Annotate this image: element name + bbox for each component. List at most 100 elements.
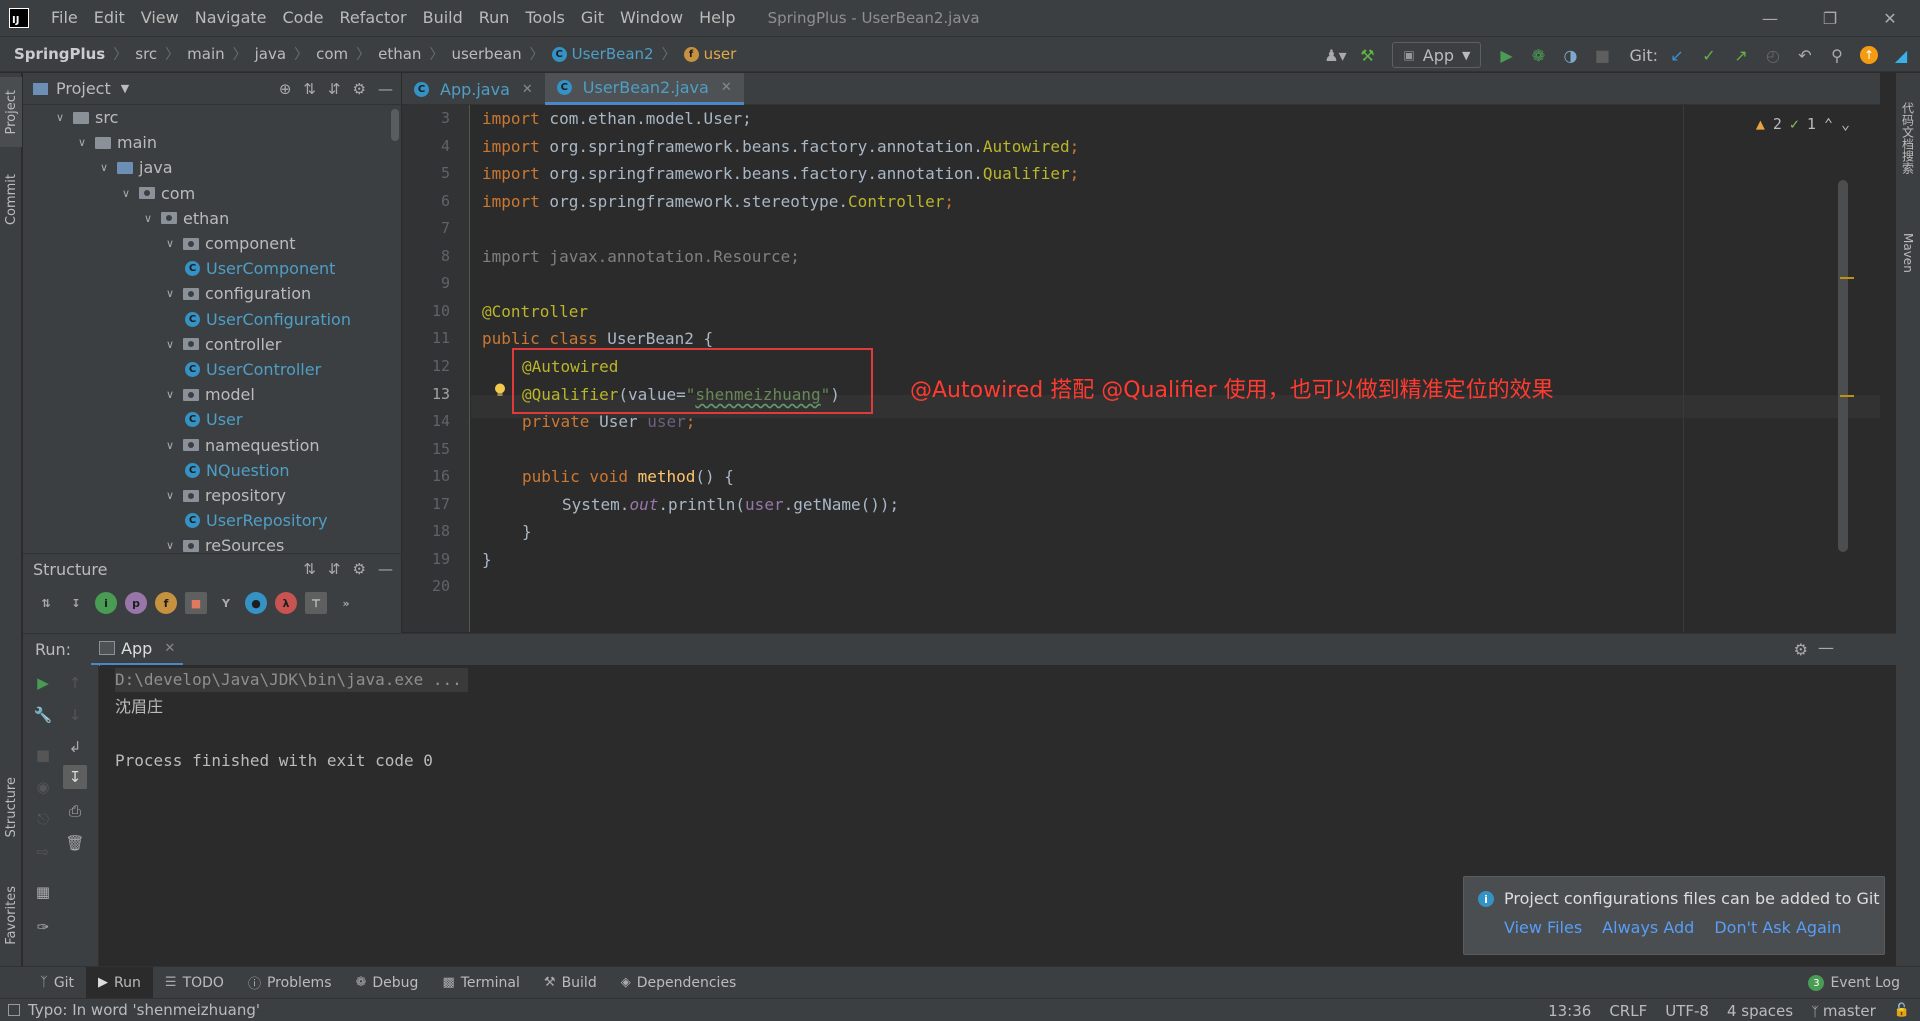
error-stripe-marker[interactable] bbox=[1840, 395, 1854, 397]
chevron-down-icon[interactable]: ∨ bbox=[119, 187, 133, 200]
wrench-icon[interactable]: 🔧 bbox=[31, 703, 55, 727]
line-number[interactable]: 12 bbox=[402, 357, 450, 375]
line-number[interactable]: 20 bbox=[402, 577, 450, 595]
line-number[interactable]: 5 bbox=[402, 164, 450, 182]
run-tool-button[interactable]: ▶ Run bbox=[86, 966, 153, 999]
chevron-up-icon[interactable]: ⌃ bbox=[1824, 115, 1833, 133]
properties-icon[interactable]: p bbox=[125, 592, 147, 614]
exit-icon[interactable]: ⎋ bbox=[31, 807, 55, 831]
caret-position[interactable]: 13:36 bbox=[1548, 1002, 1591, 1020]
layout-icon[interactable]: ▦ bbox=[31, 880, 55, 904]
breadcrumb-project[interactable]: SpringPlus bbox=[14, 45, 105, 63]
trash-icon[interactable]: 🗑 bbox=[63, 831, 87, 855]
line-number[interactable]: 3 bbox=[402, 109, 450, 127]
panel-toggle-icon[interactable] bbox=[8, 1004, 20, 1016]
code-doc-search-tab[interactable]: 代码文档搜索 bbox=[1896, 83, 1920, 193]
scroll-to-end-icon[interactable]: ↧ bbox=[63, 765, 87, 789]
close-icon[interactable]: ✕ bbox=[522, 82, 533, 97]
line-number[interactable]: 4 bbox=[402, 137, 450, 155]
menu-help[interactable]: Help bbox=[691, 0, 743, 36]
tree-item[interactable]: C UserController bbox=[185, 357, 321, 382]
run-tab-app[interactable]: App ✕ bbox=[91, 634, 184, 666]
chevron-down-icon[interactable]: ∨ bbox=[163, 489, 177, 502]
chevron-down-icon[interactable]: ∨ bbox=[163, 237, 177, 250]
gear-icon[interactable]: ⚙ bbox=[1794, 640, 1808, 659]
debug-icon[interactable]: ❁ bbox=[1525, 42, 1551, 68]
build-tool-button[interactable]: ⚒ Build bbox=[532, 967, 609, 999]
lock-icon[interactable]: ■ bbox=[185, 592, 207, 614]
line-number[interactable]: 10 bbox=[402, 302, 450, 320]
anonymous-icon[interactable]: Y bbox=[215, 592, 237, 614]
breadcrumb-userbean[interactable]: userbean bbox=[451, 45, 521, 63]
tree-item[interactable]: ∨ model bbox=[163, 382, 255, 407]
error-stripe-marker[interactable] bbox=[1840, 277, 1854, 279]
lambda-circle-icon[interactable]: ● bbox=[245, 592, 267, 614]
always-add-link[interactable]: Always Add bbox=[1602, 918, 1694, 937]
chevron-down-icon[interactable]: ∨ bbox=[163, 338, 177, 351]
git-update-icon[interactable]: ↙ bbox=[1664, 42, 1690, 68]
login-icon[interactable]: ⇨ bbox=[31, 840, 55, 864]
menu-window[interactable]: Window bbox=[612, 0, 691, 36]
line-number[interactable]: 9 bbox=[402, 274, 450, 292]
breadcrumb-ethan[interactable]: ethan bbox=[378, 45, 421, 63]
git-commit-icon[interactable]: ✓ bbox=[1696, 42, 1722, 68]
file-encoding[interactable]: UTF-8 bbox=[1665, 1002, 1709, 1020]
collapse-all-icon[interactable]: ⇵ bbox=[328, 560, 341, 578]
chevron-down-icon[interactable]: ∨ bbox=[97, 161, 111, 174]
breadcrumb-java[interactable]: java bbox=[255, 45, 286, 63]
user-icon[interactable]: ♟▾ bbox=[1322, 42, 1348, 68]
project-panel-title[interactable]: Project bbox=[56, 79, 111, 98]
structure-tool-tab[interactable]: Structure bbox=[0, 767, 22, 847]
dont-ask-again-link[interactable]: Don't Ask Again bbox=[1714, 918, 1841, 937]
build-hammer-icon[interactable]: ⚒ bbox=[1354, 42, 1380, 68]
inspection-widget[interactable]: ▲ 2 ✓ 1 ⌃ ⌄ bbox=[1756, 115, 1850, 133]
menu-tools[interactable]: Tools bbox=[517, 0, 572, 36]
tree-item[interactable]: ∨ configuration bbox=[163, 281, 311, 306]
tree-item[interactable]: ∨ main bbox=[75, 130, 157, 155]
plugin-icon[interactable]: ◢ bbox=[1888, 42, 1914, 68]
breadcrumb-src[interactable]: src bbox=[135, 45, 157, 63]
chevron-down-icon[interactable]: ▼ bbox=[121, 82, 129, 95]
tree-item[interactable]: ∨ controller bbox=[163, 332, 281, 357]
tree-item[interactable]: ∨ reSources bbox=[163, 533, 284, 553]
gear-icon[interactable]: ⚙ bbox=[353, 80, 366, 98]
breadcrumb-field[interactable]: f user bbox=[683, 45, 736, 63]
git-push-icon[interactable]: ↗ bbox=[1728, 42, 1754, 68]
stop-icon[interactable]: ■ bbox=[1589, 42, 1615, 68]
project-tool-tab[interactable]: Project bbox=[0, 77, 22, 147]
tree-item[interactable]: C UserComponent bbox=[185, 256, 335, 281]
commit-tool-tab[interactable]: Commit bbox=[0, 165, 22, 235]
git-branch[interactable]: ᛉ master bbox=[1811, 1002, 1876, 1020]
down-arrow-icon[interactable]: ↓ bbox=[63, 703, 87, 727]
run-configuration-select[interactable]: ▣ App ▼ bbox=[1392, 42, 1482, 68]
lock-icon[interactable]: 🔓 bbox=[1894, 1003, 1910, 1018]
expand-all-icon[interactable]: ⇅ bbox=[303, 80, 316, 98]
view-files-link[interactable]: View Files bbox=[1504, 918, 1582, 937]
problems-tool-button[interactable]: ⓘ Problems bbox=[236, 967, 344, 999]
line-number[interactable]: 8 bbox=[402, 247, 450, 265]
line-number[interactable]: 6 bbox=[402, 192, 450, 210]
chevron-down-icon[interactable]: ∨ bbox=[75, 136, 89, 149]
tree-item[interactable]: ∨ src bbox=[53, 105, 118, 130]
sort-alpha-icon[interactable]: ↧ bbox=[65, 592, 87, 614]
tree-item[interactable]: ∨ repository bbox=[163, 483, 286, 508]
locate-icon[interactable]: ⊕ bbox=[279, 80, 292, 98]
hide-icon[interactable]: — bbox=[378, 560, 393, 578]
autoscroll-icon[interactable]: ⊤ bbox=[305, 592, 327, 614]
hide-icon[interactable]: — bbox=[378, 80, 393, 98]
close-icon[interactable]: ✕ bbox=[164, 641, 175, 656]
git-tool-button[interactable]: ᛉ Git bbox=[28, 967, 86, 999]
event-log-button[interactable]: 3 Event Log bbox=[1808, 967, 1900, 999]
fields-icon[interactable]: f bbox=[155, 592, 177, 614]
search-icon[interactable]: ⚲ bbox=[1824, 42, 1850, 68]
more-icon[interactable]: » bbox=[335, 592, 357, 614]
line-separator[interactable]: CRLF bbox=[1609, 1002, 1647, 1020]
editor-scrollbar[interactable] bbox=[1838, 180, 1848, 552]
maven-tool-tab[interactable]: Maven bbox=[1896, 213, 1920, 293]
menu-run[interactable]: Run bbox=[471, 0, 518, 36]
chevron-down-icon[interactable]: ∨ bbox=[163, 439, 177, 452]
update-icon[interactable]: ↑ bbox=[1856, 42, 1882, 68]
rollback-icon[interactable]: ↶ bbox=[1792, 42, 1818, 68]
collapse-all-icon[interactable]: ⇵ bbox=[328, 80, 341, 98]
menu-edit[interactable]: Edit bbox=[86, 0, 133, 36]
